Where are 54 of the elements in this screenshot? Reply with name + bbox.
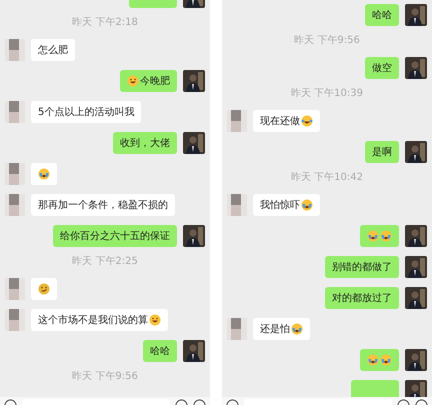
message-text: 是啊 xyxy=(372,146,392,160)
emoji-face-icon xyxy=(38,283,50,295)
message-text: 哈哈 xyxy=(150,344,170,358)
message-text: 这个市场不是我们说的算 xyxy=(38,314,148,328)
message-text: 做空 xyxy=(372,62,392,76)
message-text: 还是怕 xyxy=(260,322,290,336)
message-text: 对的都放过了 xyxy=(332,292,392,306)
message-text: 收到，大佬 xyxy=(120,136,170,150)
avatar xyxy=(405,141,427,163)
emoji-face-icon xyxy=(38,168,50,180)
timestamp: 昨天 下午9:56 xyxy=(72,371,138,383)
timestamp: 昨天 下午10:39 xyxy=(291,88,363,100)
emoji-face-icon xyxy=(291,323,303,335)
avatar xyxy=(183,225,205,247)
message-text: 今晚肥 xyxy=(140,74,170,88)
emoji-face-icon xyxy=(380,354,392,366)
avatar xyxy=(183,340,205,362)
avatar xyxy=(405,225,427,247)
message-text: 现在还做 xyxy=(260,114,300,128)
avatar xyxy=(183,132,205,154)
avatar xyxy=(5,163,25,185)
avatar xyxy=(227,318,247,340)
message-text: 那再加一个条件，稳盈不损的 xyxy=(38,198,168,212)
avatar xyxy=(405,256,427,278)
avatar xyxy=(5,309,25,331)
avatar xyxy=(405,349,427,371)
avatar xyxy=(5,39,25,61)
avatar xyxy=(227,110,247,132)
message-text: 给你百分之六十五的保证 xyxy=(60,230,170,244)
avatar xyxy=(405,57,427,79)
timestamp: 昨天 下午9:56 xyxy=(294,35,360,47)
emoji-face-icon xyxy=(127,75,139,87)
avatar xyxy=(405,287,427,309)
emoji-face-icon xyxy=(301,115,313,127)
avatar xyxy=(5,278,25,300)
message-text: 别错的都做了 xyxy=(332,260,392,274)
avatar xyxy=(5,194,25,216)
emoji-face-icon xyxy=(367,230,379,242)
timestamp: 昨天 下午2:25 xyxy=(72,256,138,268)
emoji-face-icon xyxy=(367,354,379,366)
emoji-face-icon xyxy=(149,314,161,326)
avatar xyxy=(227,194,247,216)
avatar xyxy=(5,101,25,123)
avatar xyxy=(405,380,427,397)
emoji-face-icon xyxy=(301,199,313,211)
avatar xyxy=(405,4,427,26)
message-text: 我怕惊吓 xyxy=(260,198,300,212)
emoji-face-icon xyxy=(380,230,392,242)
message-text: 5个点以上的活动叫我 xyxy=(38,106,134,120)
message-text: 怎么肥 xyxy=(38,44,68,58)
timestamp: 昨天 下午10:42 xyxy=(291,172,363,184)
timestamp: 昨天 下午2:18 xyxy=(72,17,138,29)
message-text: 哈哈 xyxy=(372,8,392,22)
avatar xyxy=(183,70,205,92)
